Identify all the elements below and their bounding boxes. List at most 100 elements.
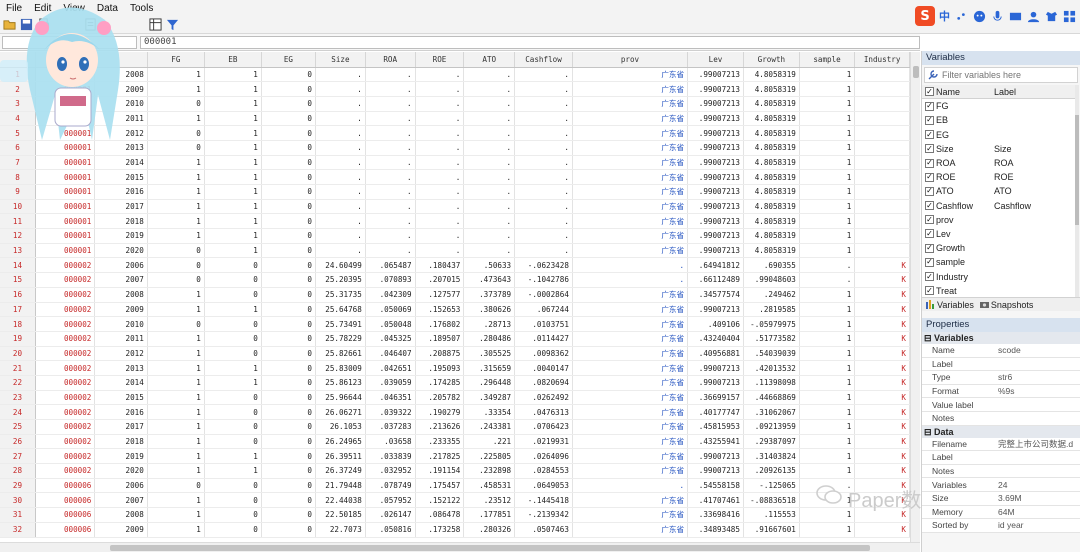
table-cell[interactable]: 2008 [94,287,148,303]
variable-filter-box[interactable] [924,67,1078,83]
column-header[interactable]: Size [315,52,366,68]
row-number[interactable]: 10 [0,199,36,215]
table-cell[interactable]: .042651 [365,360,416,376]
table-cell[interactable]: . [514,155,573,171]
table-cell[interactable]: . [415,81,465,97]
row-number[interactable]: 25 [0,419,36,435]
property-row[interactable]: Variables 24 [922,478,1080,492]
table-cell-industry[interactable] [854,155,910,171]
table-cell[interactable]: 1 [147,448,205,465]
table-cell-prov[interactable]: 广东省 [572,522,689,538]
table-cell[interactable]: . [365,140,416,156]
table-cell[interactable]: 0 [261,331,316,347]
table-cell[interactable]: 1 [799,302,856,318]
column-header[interactable]: EG [261,52,316,68]
table-cell-industry[interactable]: K [854,360,910,376]
property-row[interactable]: Label [922,357,1080,372]
table-cell[interactable]: 0 [261,346,316,362]
table-cell[interactable]: 1 [204,213,262,230]
table-cell-industry[interactable]: K [854,390,910,406]
table-cell[interactable]: .41707461 [687,492,744,509]
table-cell[interactable]: . [315,243,366,259]
table-cell[interactable]: 1 [147,522,205,538]
table-cell[interactable]: .50633 [463,257,516,274]
table-row[interactable]: 31 000006 2008 1 0 0 22.50185.026147.086478.17… [0,507,910,523]
variable-row-roa[interactable]: ✓ ROA ROA [922,156,1079,170]
table-cell[interactable]: 1 [147,419,205,435]
table-cell[interactable]: 24.60499 [315,257,366,274]
table-cell-industry[interactable] [854,169,910,185]
table-cell-prov[interactable]: 广东省 [572,390,689,406]
property-value[interactable]: scode [998,345,1079,355]
table-cell[interactable]: .280326 [463,522,516,538]
table-cell[interactable]: 0 [261,140,316,156]
table-cell-industry[interactable]: K [854,287,910,303]
table-cell[interactable]: 0 [204,404,262,420]
table-cell-scode[interactable]: 000002 [35,316,96,332]
table-cell-prov[interactable]: 广东省 [572,434,689,450]
table-cell[interactable]: 1 [799,346,856,362]
table-cell[interactable]: 0 [261,96,316,112]
table-row[interactable]: 32 000006 2009 1 0 0 22.7073.050816.173258.280… [0,522,910,538]
table-cell[interactable]: 1 [204,448,262,465]
property-value[interactable]: 64M [998,507,1079,517]
table-cell[interactable]: . [365,243,416,259]
table-cell[interactable]: .99007213 [687,463,744,479]
table-cell[interactable]: 1 [147,169,205,185]
table-cell[interactable]: 0 [261,507,316,523]
table-cell[interactable]: 0 [204,331,262,347]
name-column-header[interactable]: Name [936,87,994,97]
variable-checkbox[interactable]: ✓ [925,201,934,211]
table-cell[interactable]: .0264096 [514,448,573,465]
table-cell[interactable]: 0 [261,434,316,450]
table-cell[interactable]: 1 [799,155,856,171]
table-cell[interactable]: . [514,228,573,244]
table-cell[interactable]: .233355 [415,434,465,450]
property-row[interactable]: Label [922,451,1080,465]
table-cell[interactable]: . [463,125,516,141]
row-number[interactable]: 27 [0,448,36,465]
table-cell[interactable]: 2013 [94,360,148,376]
table-cell[interactable]: 25.96644 [315,390,366,406]
table-cell-scode[interactable]: 000002 [35,390,96,406]
table-cell[interactable]: 0 [261,243,316,259]
table-cell[interactable]: 2017 [94,419,148,435]
table-cell[interactable]: 2015 [94,390,148,406]
table-cell[interactable]: 1 [147,155,205,171]
emoji-icon[interactable] [972,9,986,23]
table-cell[interactable]: 1 [147,331,205,347]
row-number[interactable]: 12 [0,228,36,244]
table-cell-prov[interactable]: 广东省 [572,302,689,318]
microphone-icon[interactable] [990,9,1004,23]
table-cell[interactable]: 1 [204,96,262,112]
table-cell[interactable]: .046407 [365,346,416,362]
table-cell[interactable]: . [463,199,516,215]
table-cell[interactable]: .43255941 [687,434,744,450]
column-header[interactable]: Industry [854,52,910,68]
table-cell[interactable]: .0103751 [514,316,573,332]
table-cell[interactable]: 1 [799,448,856,465]
table-cell[interactable]: 0 [261,463,316,479]
table-cell[interactable]: 4.8058319 [743,111,800,127]
table-cell[interactable]: .66112489 [687,272,744,288]
table-cell[interactable]: 2007 [94,272,148,288]
row-number[interactable]: 8 [0,169,36,185]
table-cell[interactable]: 4.8058319 [743,213,800,230]
table-cell-industry[interactable]: K [854,302,910,318]
table-cell[interactable]: 26.1053 [315,419,366,435]
table-cell-scode[interactable]: 000002 [35,257,96,274]
table-cell[interactable]: 2020 [94,243,148,259]
table-cell-industry[interactable] [854,67,910,83]
table-cell[interactable]: .050048 [365,316,416,332]
table-cell[interactable]: . [365,111,416,127]
variable-row-eg[interactable]: ✓ EG [922,128,1079,142]
row-number[interactable]: 26 [0,434,36,450]
table-cell[interactable]: 1 [204,140,262,156]
table-cell-prov[interactable]: 广东省 [572,375,689,391]
table-cell[interactable]: 0 [261,287,316,303]
property-value[interactable]: 3.69M [998,493,1079,503]
table-cell[interactable]: . [315,155,366,171]
row-number[interactable]: 20 [0,346,36,362]
table-cell[interactable]: 4.8058319 [743,140,800,156]
table-row[interactable]: 29 000006 2006 0 0 0 21.79448.078749.175457.45… [0,478,910,494]
